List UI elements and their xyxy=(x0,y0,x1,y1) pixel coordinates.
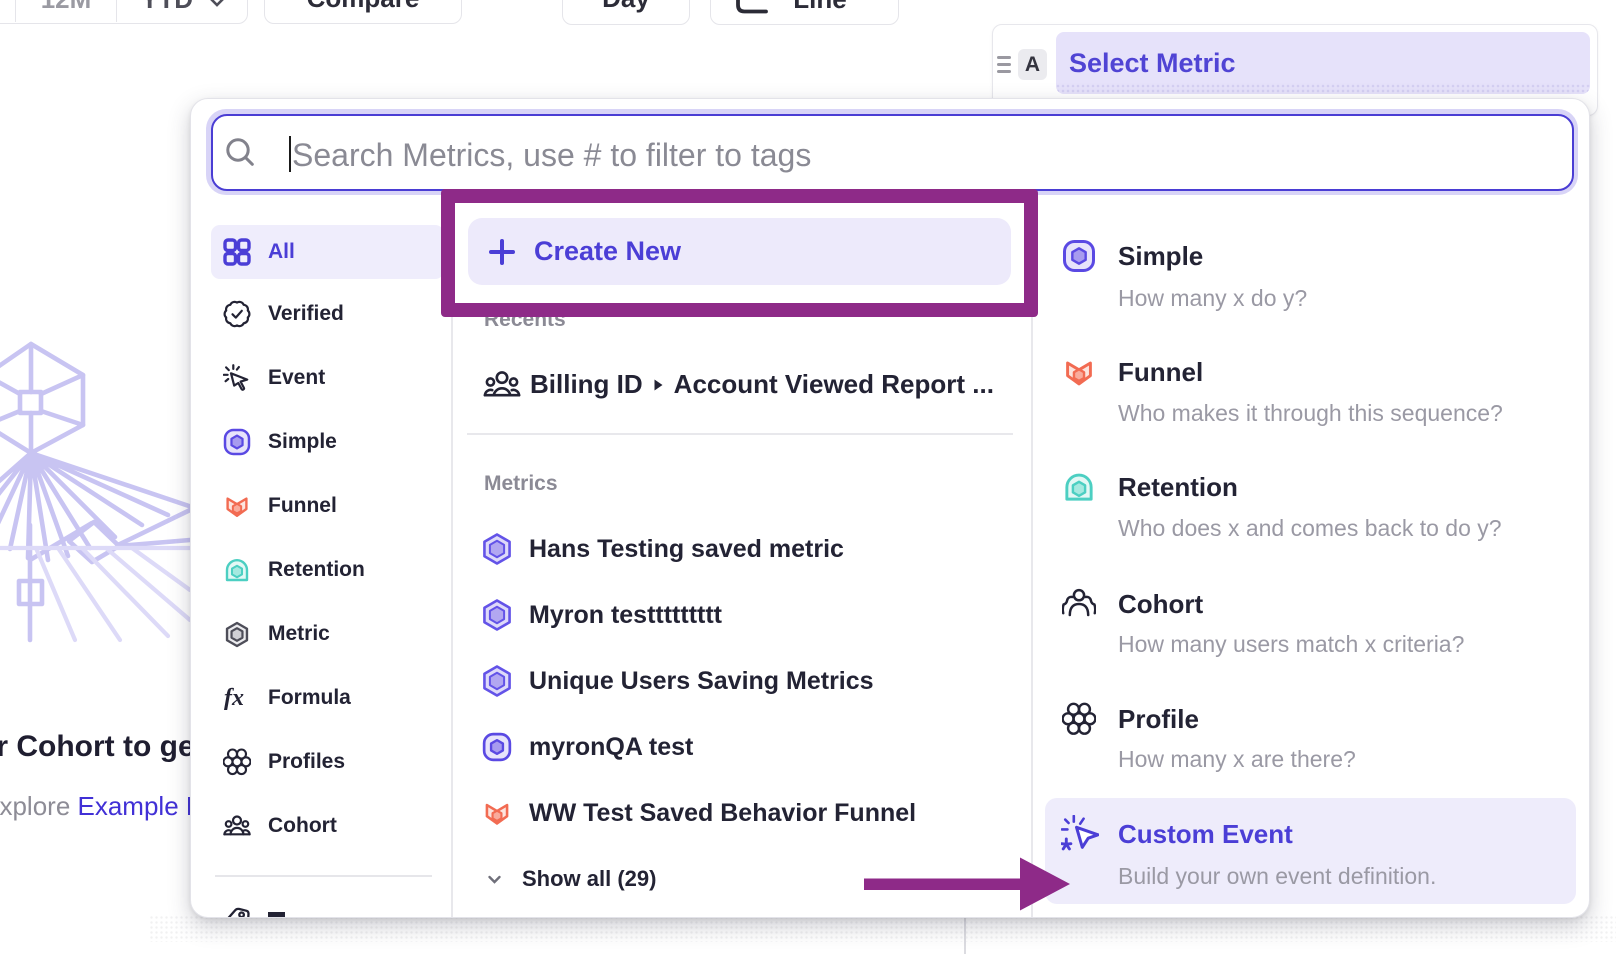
svg-text:fx: fx xyxy=(224,685,244,711)
